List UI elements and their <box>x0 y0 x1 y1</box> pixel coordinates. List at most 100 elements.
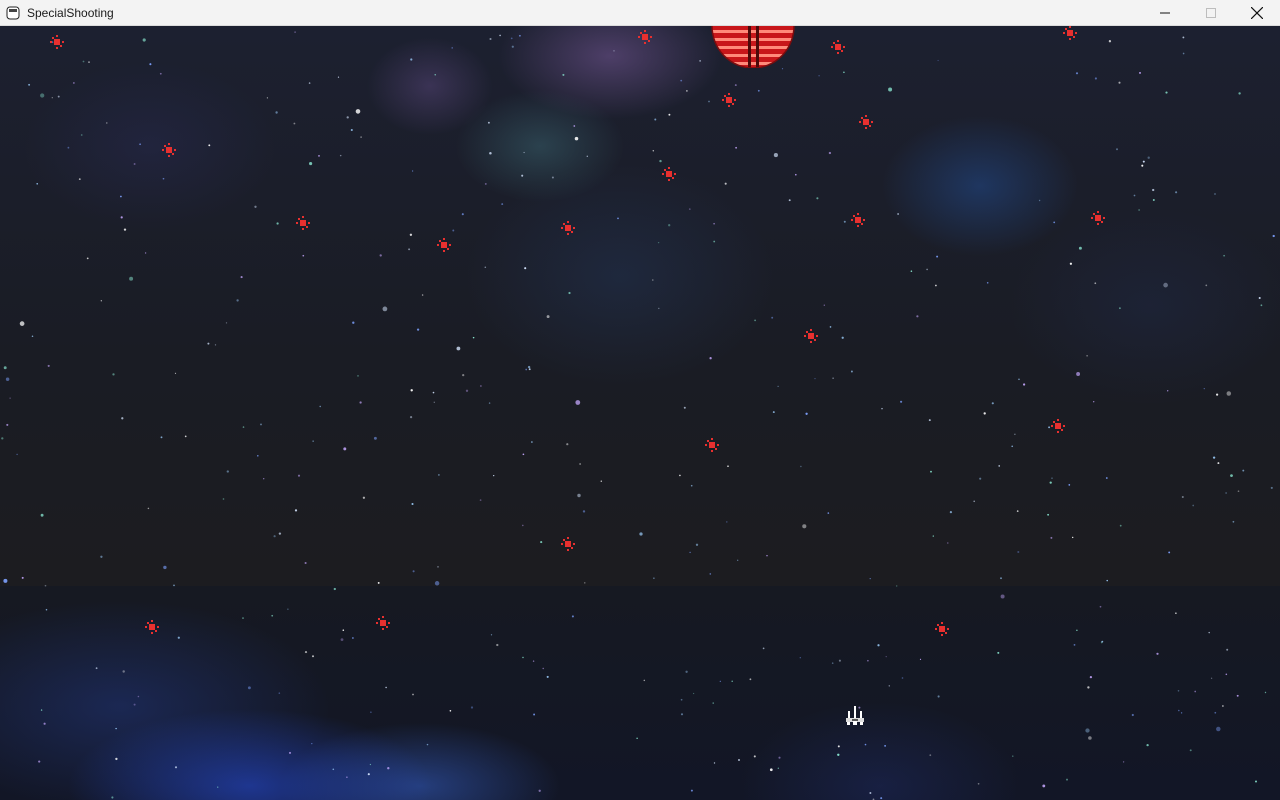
star <box>28 83 31 86</box>
star <box>617 217 619 220</box>
star <box>488 402 491 404</box>
game-canvas[interactable] <box>0 26 1280 800</box>
star <box>1042 784 1046 788</box>
enemy-drone <box>831 40 845 54</box>
star <box>795 173 797 176</box>
star <box>484 266 487 269</box>
star <box>1022 383 1026 386</box>
star <box>263 478 265 480</box>
star <box>1076 629 1078 632</box>
star <box>524 267 527 270</box>
star <box>828 151 832 155</box>
star <box>137 695 140 698</box>
star <box>16 453 18 456</box>
title-bar[interactable]: SpecialShooting <box>0 0 1280 26</box>
star <box>986 282 989 284</box>
star <box>1016 510 1019 512</box>
boss-ship <box>711 26 795 68</box>
star <box>571 615 574 618</box>
star <box>120 216 123 219</box>
star <box>831 662 834 664</box>
star <box>935 284 937 287</box>
star <box>133 163 136 165</box>
star <box>1216 393 1219 396</box>
star <box>884 745 886 747</box>
star <box>511 45 514 48</box>
star <box>432 391 435 394</box>
star <box>44 584 47 587</box>
star <box>799 657 801 659</box>
star <box>1210 677 1213 679</box>
star <box>973 500 975 503</box>
star <box>579 463 581 465</box>
star <box>254 205 257 208</box>
star <box>149 63 152 66</box>
star <box>1105 477 1108 479</box>
star <box>247 686 251 690</box>
star <box>829 326 832 328</box>
star <box>613 50 615 52</box>
star <box>359 401 362 404</box>
star <box>1094 282 1097 285</box>
star <box>1223 254 1225 257</box>
star <box>222 498 225 500</box>
star <box>528 368 531 371</box>
close-button[interactable] <box>1234 0 1280 26</box>
star <box>929 754 932 757</box>
star <box>159 72 162 75</box>
star <box>735 146 737 149</box>
star <box>67 146 70 149</box>
star <box>910 270 913 272</box>
star <box>100 555 103 558</box>
star <box>805 412 808 415</box>
enemy-drone <box>437 238 451 252</box>
star <box>1142 160 1145 163</box>
star <box>518 34 521 37</box>
star <box>1093 401 1095 403</box>
star <box>724 182 727 185</box>
star <box>111 796 114 799</box>
maximize-button[interactable] <box>1188 0 1234 26</box>
star <box>869 577 871 580</box>
star <box>174 372 177 375</box>
star <box>685 670 688 673</box>
star <box>470 706 474 709</box>
enemy-drone <box>145 620 159 634</box>
star <box>362 496 366 499</box>
star <box>357 374 359 377</box>
star <box>577 493 581 498</box>
star <box>484 182 487 185</box>
star <box>1147 156 1150 159</box>
star <box>294 31 296 33</box>
star <box>1131 713 1134 717</box>
star <box>1141 164 1144 167</box>
star <box>40 513 44 517</box>
star <box>288 751 292 754</box>
star <box>163 565 167 570</box>
star <box>412 693 414 696</box>
star <box>832 377 834 379</box>
star <box>926 268 928 271</box>
star <box>311 655 315 658</box>
star <box>449 709 452 712</box>
minimize-button[interactable] <box>1142 0 1188 26</box>
star <box>708 100 710 103</box>
star <box>997 651 1000 654</box>
star <box>1175 191 1178 194</box>
star <box>575 400 581 405</box>
star <box>1088 736 1092 740</box>
star <box>78 178 81 181</box>
star <box>937 59 939 62</box>
star <box>546 315 550 319</box>
star <box>1089 675 1093 679</box>
star <box>1138 209 1140 211</box>
star <box>370 711 372 714</box>
star <box>709 573 712 575</box>
enemy-drone <box>561 537 575 551</box>
star <box>333 587 336 591</box>
star <box>257 455 259 457</box>
star <box>1237 490 1240 493</box>
star <box>719 680 721 682</box>
star <box>1076 372 1081 376</box>
star <box>489 152 492 155</box>
